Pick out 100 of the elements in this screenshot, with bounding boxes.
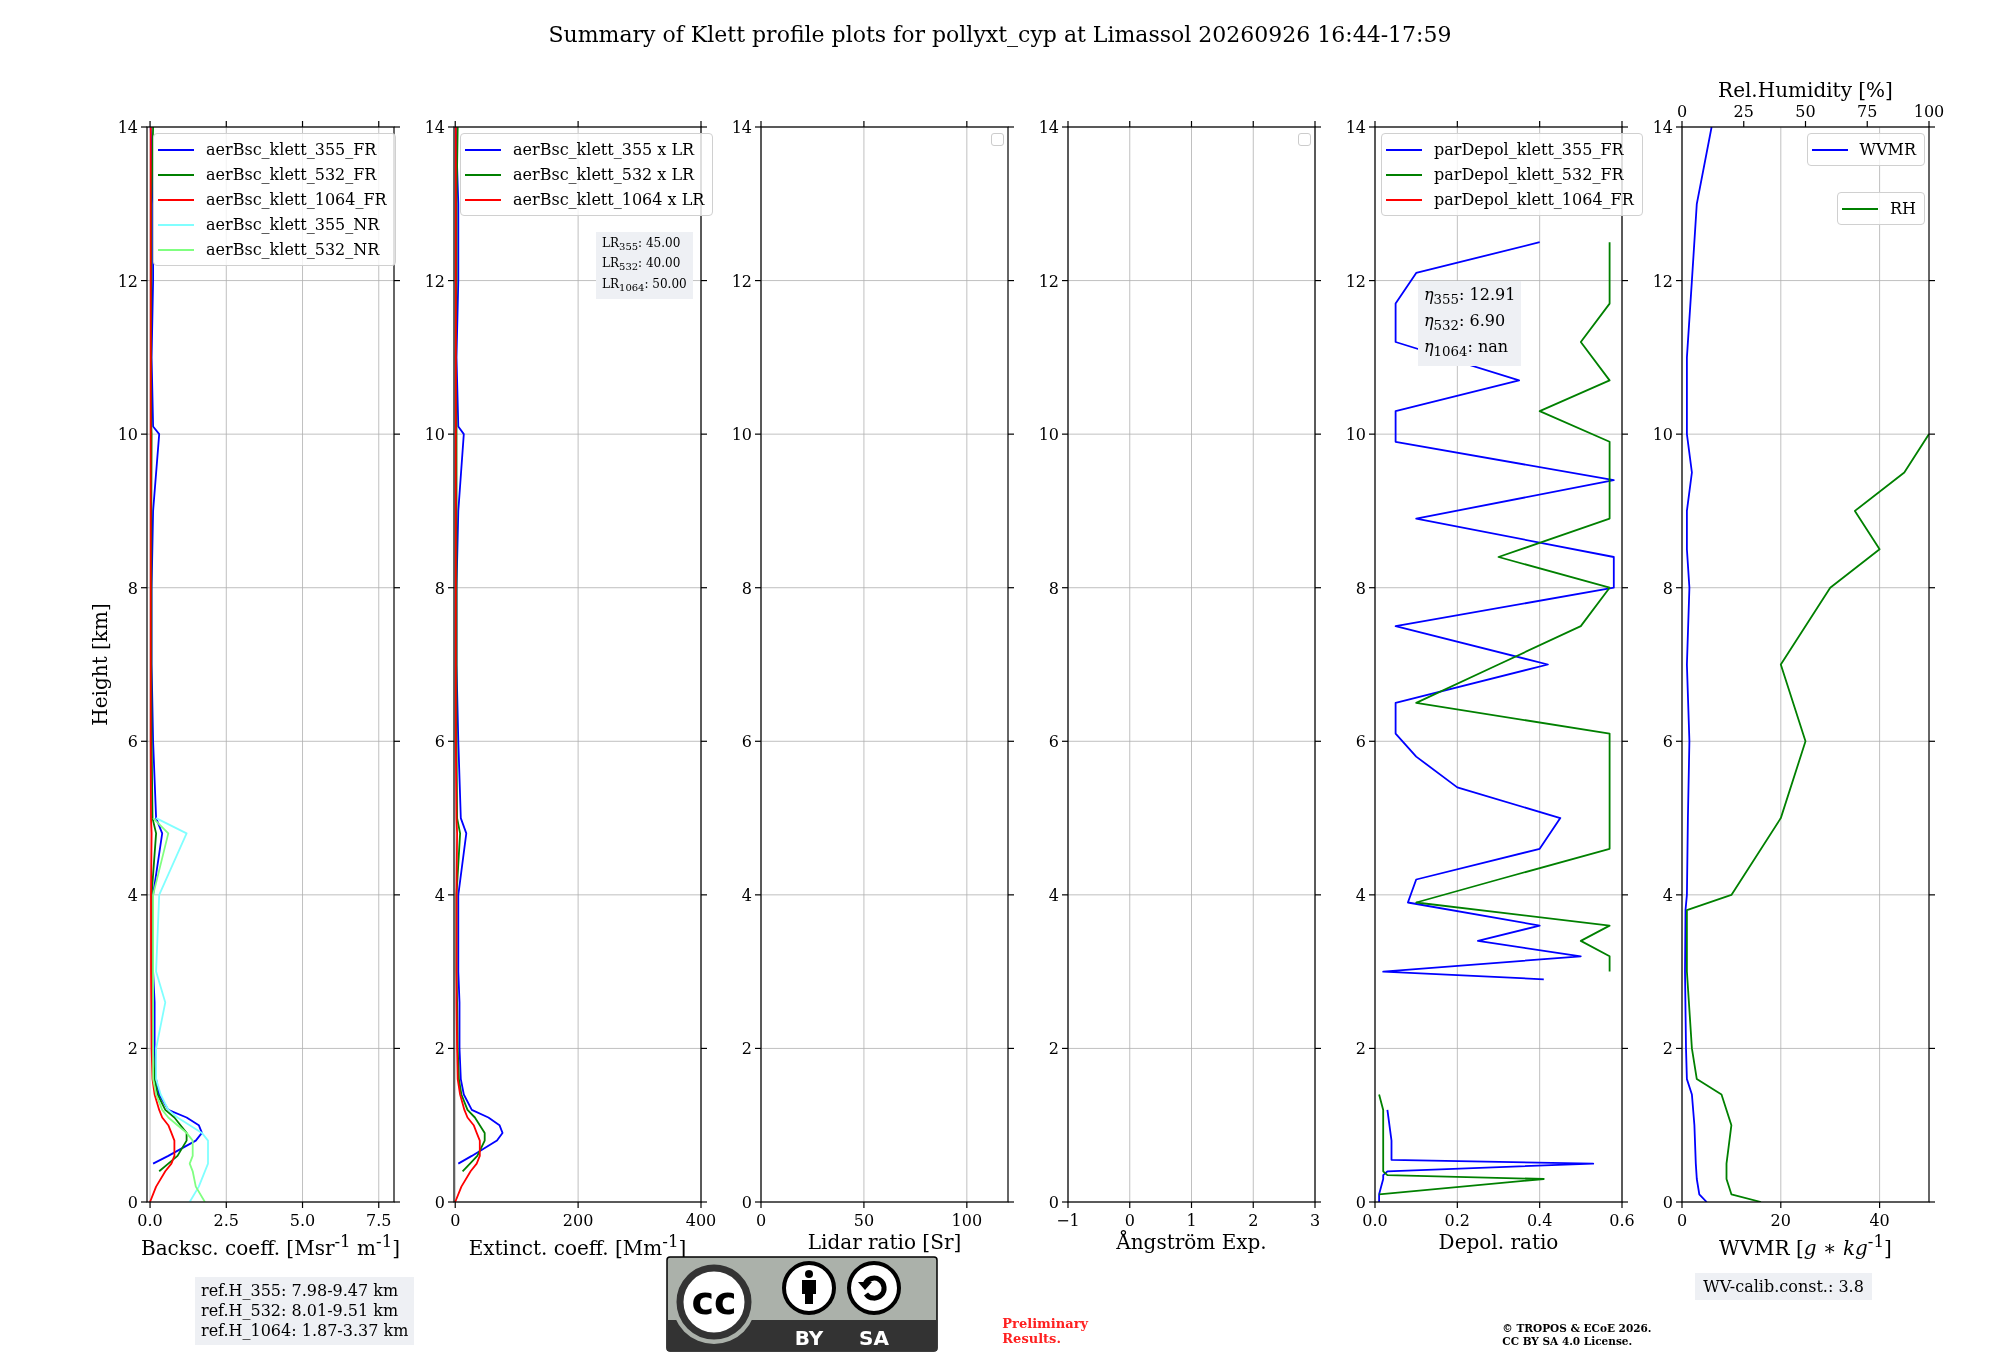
tick-label: 0: [1355, 1193, 1366, 1212]
tick-label: 50: [853, 1211, 875, 1230]
tick-label: 4: [1355, 885, 1366, 905]
legend-label: parDepol_klett_1064_FR: [1434, 190, 1634, 209]
legend-label: aerBsc_klett_355_FR: [206, 140, 377, 159]
tick-label: 6: [741, 732, 752, 752]
tick-label: 6: [1355, 732, 1366, 752]
tick-label: 10: [1038, 425, 1059, 445]
tick-label: 0: [1662, 1193, 1673, 1212]
tick-label: 6: [434, 732, 445, 752]
axis-title: Rel.Humidity [%]: [1718, 82, 1893, 102]
tick-label: 10: [117, 425, 138, 445]
tick-label: 6: [127, 732, 138, 752]
tick-label: 2.5: [213, 1211, 239, 1230]
tick-label: 0.6: [1609, 1211, 1635, 1230]
tick-label: 4: [1048, 885, 1059, 905]
tick-label: 8: [1048, 578, 1059, 598]
tick-label: 0: [741, 1193, 752, 1212]
legend-label: aerBsc_klett_532_NR: [206, 240, 380, 259]
tick-label: 12: [424, 271, 445, 291]
tick-label: 8: [1662, 578, 1673, 598]
legend-label: WVMR: [1859, 140, 1916, 159]
tick-label: 0: [1124, 1211, 1135, 1230]
legend-label: aerBsc_klett_1064 x LR: [513, 190, 705, 209]
axis-title: Depol. ratio: [1438, 1230, 1559, 1256]
info-text: ref.H_355: 7.98-9.47 km: [201, 1281, 400, 1301]
tick-label: 10: [1652, 425, 1673, 445]
tick-label: 8: [434, 578, 445, 598]
legend-label: parDepol_klett_532_FR: [1434, 165, 1624, 184]
tick-label: 14: [117, 118, 138, 137]
tick-label: 0: [127, 1193, 138, 1212]
tick-label: 6: [1662, 732, 1673, 752]
tick-label: 14: [1038, 118, 1059, 137]
tick-label: 12: [1652, 271, 1673, 291]
tick-label: 40: [1869, 1211, 1890, 1230]
tick-label: 2: [1248, 1211, 1259, 1230]
tick-label: 3: [1309, 1211, 1321, 1230]
tick-label: 50: [1795, 102, 1816, 121]
tick-label: 25: [1733, 102, 1754, 121]
info-text: ref.H_532: 8.01-9.51 km: [201, 1301, 400, 1321]
tick-label: 0: [450, 1211, 461, 1230]
tick-label: 12: [1038, 271, 1059, 291]
license-label: SA: [859, 1326, 890, 1350]
tick-label: 2: [741, 1039, 752, 1059]
axis-title: Ångström Exp.: [1116, 1230, 1267, 1256]
tick-label: 5.0: [289, 1211, 316, 1230]
tick-label: 2: [1048, 1039, 1059, 1059]
tick-label: 100: [951, 1211, 983, 1230]
tick-label: 2: [434, 1039, 445, 1059]
tick-label: 4: [1662, 885, 1673, 905]
legend-label: parDepol_klett_355_FR: [1434, 140, 1624, 159]
annotation-text: η$_{532}$: 6.90: [1424, 310, 1507, 336]
tick-label: 100: [1913, 102, 1944, 121]
tick-label: 20: [1770, 1211, 1791, 1230]
tick-label: 0: [1676, 102, 1688, 121]
license-label: BY: [795, 1326, 824, 1350]
axis-title: Height [km]: [88, 603, 112, 726]
tick-label: 4: [741, 885, 752, 905]
tick-label: 75: [1857, 102, 1878, 121]
legend-label: aerBsc_klett_355 x LR: [513, 140, 695, 159]
figure-title: Summary of Klett profile plots for pollyxt_cyp at Limassol 20260926 16:44-17:59: [548, 22, 1452, 47]
annotation-text: LR$_{1064}$: 50.00: [602, 275, 687, 296]
tick-label: 0.0: [137, 1211, 163, 1230]
tick-label: 400: [685, 1211, 716, 1230]
legend-label: aerBsc_klett_1064_FR: [206, 190, 387, 209]
annotation-text: LR$_{355}$: 45.00: [602, 235, 682, 255]
tick-label: 1: [1186, 1211, 1197, 1230]
tick-label: 10: [1345, 425, 1366, 445]
tick-label: −1: [1056, 1211, 1080, 1230]
tick-label: 200: [562, 1211, 594, 1230]
tick-label: 12: [1345, 271, 1366, 291]
annotation-text: LR$_{532}$: 40.00: [602, 255, 682, 275]
annotation-text: η$_{355}$: 12.91: [1424, 284, 1516, 310]
tick-label: 8: [741, 578, 752, 598]
tick-label: 10: [731, 425, 752, 445]
license-label: cc: [691, 1279, 737, 1323]
tick-label: 7.5: [366, 1211, 392, 1230]
tick-label: 6: [1048, 732, 1059, 752]
tick-label: 14: [424, 118, 445, 137]
preliminary-note: Preliminary Results.: [1002, 1316, 1090, 1346]
tick-label: 14: [731, 118, 752, 137]
tick-label: 2: [1355, 1039, 1366, 1059]
tick-label: 12: [117, 271, 138, 291]
tick-label: 0: [1048, 1193, 1059, 1212]
legend-label: aerBsc_klett_532 x LR: [513, 165, 695, 184]
tick-label: 8: [127, 578, 138, 598]
tick-label: 14: [1345, 118, 1366, 137]
legend-label: aerBsc_klett_355_NR: [206, 215, 380, 234]
calibration-label: WV-calib.const.: 3.8: [1695, 1273, 1872, 1300]
tick-label: 4: [434, 885, 445, 905]
info-text: ref.H_1064: 1.87-3.37 km: [201, 1321, 409, 1341]
tick-label: 10: [424, 425, 445, 445]
tick-label: 0.4: [1526, 1211, 1553, 1230]
axis-title: Lidar ratio [Sr]: [807, 1230, 962, 1256]
tick-label: 0: [755, 1211, 767, 1230]
tick-label: 2: [1662, 1039, 1673, 1059]
tick-label: 12: [731, 271, 752, 291]
tick-label: 0: [1676, 1211, 1688, 1230]
tick-label: 0: [434, 1193, 445, 1212]
tick-label: 4: [127, 885, 138, 905]
